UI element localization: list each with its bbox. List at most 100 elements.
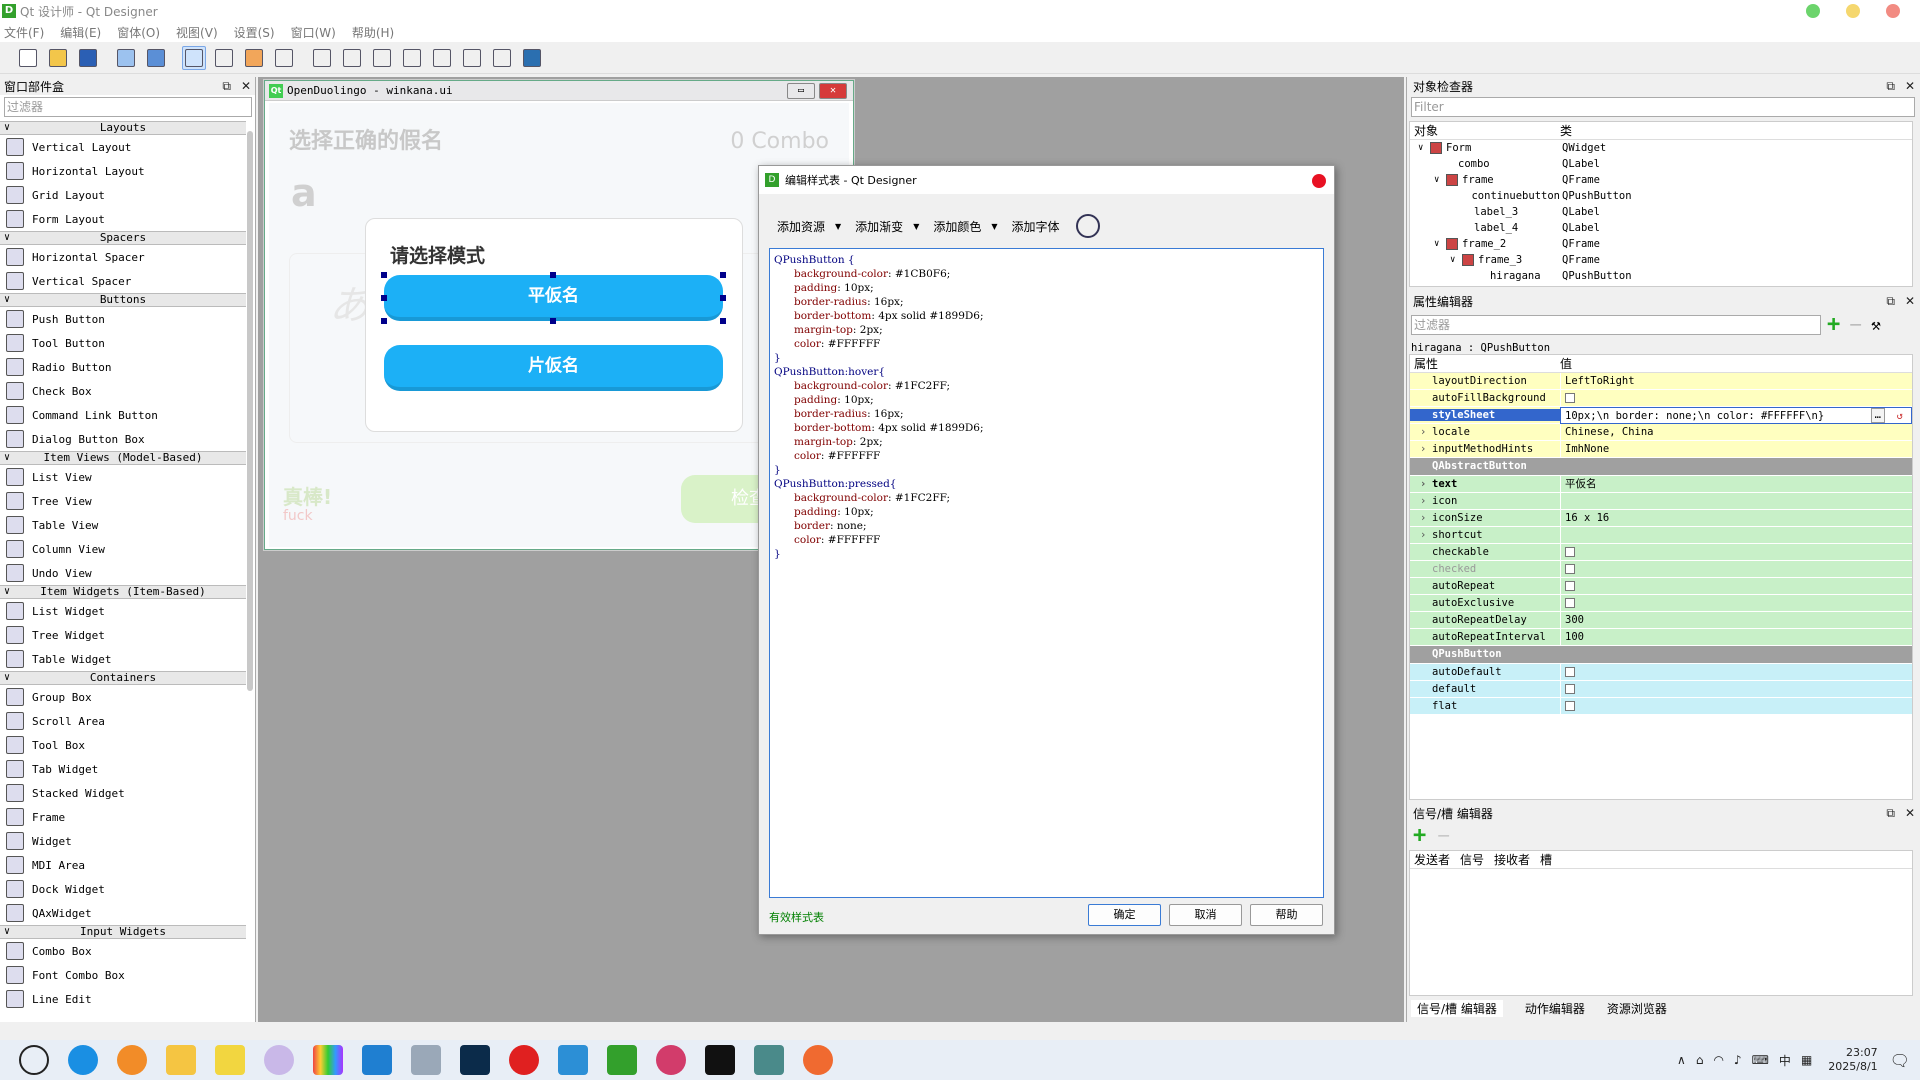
add-property-icon[interactable]: +	[1827, 312, 1840, 337]
object-row[interactable]: combo QLabel	[1410, 156, 1912, 172]
close-icon[interactable]: ✕	[1905, 294, 1915, 309]
selection-handle[interactable]	[720, 272, 726, 278]
object-row[interactable]: label_4 QLabel	[1410, 220, 1912, 236]
property-group-header[interactable]: QAbstractButton	[1410, 458, 1912, 475]
category-spacers[interactable]: Spacers	[0, 231, 246, 245]
tab-signal-slot-editor[interactable]: 信号/槽 编辑器	[1411, 1000, 1503, 1017]
capcut-icon[interactable]	[705, 1045, 735, 1075]
property-row-icon[interactable]: icon	[1410, 492, 1912, 510]
add-gradient-button[interactable]: 添加渐变 ▼	[855, 218, 919, 235]
widget-item-qaxwidget[interactable]: QAxWidget	[0, 901, 246, 925]
property-checkbox[interactable]	[1565, 683, 1575, 694]
selection-handle[interactable]	[720, 318, 726, 324]
property-row-autoexclusive[interactable]: autoExclusive	[1410, 594, 1912, 612]
pencil-app-icon[interactable]	[215, 1045, 245, 1075]
property-checkbox[interactable]	[1565, 666, 1575, 677]
property-value[interactable]: 16 x 16	[1565, 512, 1609, 524]
send-to-back-icon[interactable]	[114, 46, 138, 70]
wifi-icon[interactable]: ◠	[1713, 1053, 1723, 1067]
menu-settings[interactable]: 设置(S)	[234, 24, 275, 41]
property-row-inputmethodhints[interactable]: inputMethodHints ImhNone	[1410, 440, 1912, 458]
property-row-iconsize[interactable]: iconSize 16 x 16	[1410, 509, 1912, 527]
column-slot[interactable]: 槽	[1540, 851, 1552, 868]
widget-item-grid-layout[interactable]: Grid Layout	[0, 183, 246, 207]
menu-view[interactable]: 视图(V)	[176, 24, 218, 41]
add-resource-button[interactable]: 添加资源 ▼	[777, 218, 841, 235]
file-explorer-icon[interactable]	[166, 1045, 196, 1075]
widget-item-dock-widget[interactable]: Dock Widget	[0, 877, 246, 901]
mode-select-frame[interactable]: 请选择模式 平仮名 片仮名	[365, 218, 743, 432]
category-input-widgets[interactable]: Input Widgets	[0, 925, 246, 939]
object-row[interactable]: ∨ Form QWidget	[1410, 140, 1912, 156]
selection-handle[interactable]	[381, 318, 387, 324]
flower-app-icon[interactable]	[656, 1045, 686, 1075]
column-value[interactable]: 值	[1560, 355, 1572, 372]
category-item-views-model-based-[interactable]: Item Views (Model-Based)	[0, 451, 246, 465]
layout-vertical-splitter-icon[interactable]	[400, 46, 424, 70]
property-row-layoutdirection[interactable]: layoutDirection LeftToRight	[1410, 372, 1912, 390]
property-row-stylesheet[interactable]: styleSheet 10px;\n border: none;\n color:…	[1410, 406, 1912, 424]
category-containers[interactable]: Containers	[0, 671, 246, 685]
property-value[interactable]: 100	[1565, 631, 1584, 643]
tab-action-editor[interactable]: 动作编辑器	[1525, 1000, 1585, 1017]
property-row-checked[interactable]: checked	[1410, 560, 1912, 578]
widget-item-stacked-widget[interactable]: Stacked Widget	[0, 781, 246, 805]
photoshop-icon[interactable]	[460, 1045, 490, 1075]
category-buttons[interactable]: Buttons	[0, 293, 246, 307]
widget-item-tool-box[interactable]: Tool Box	[0, 733, 246, 757]
object-row[interactable]: hiragana QPushButton	[1410, 268, 1912, 284]
expand-arrow-icon[interactable]: ∨	[1450, 255, 1462, 265]
property-group-header[interactable]: QPushButton	[1410, 646, 1912, 663]
property-checkbox[interactable]	[1565, 546, 1575, 557]
minimize-icon[interactable]: ▭	[787, 83, 815, 99]
widget-item-vertical-spacer[interactable]: Vertical Spacer	[0, 269, 246, 293]
color-app-icon[interactable]	[313, 1045, 343, 1075]
property-row-autorepeatinterval[interactable]: autoRepeatInterval 100	[1410, 628, 1912, 646]
keyboard-icon[interactable]: ⌨	[1752, 1053, 1769, 1067]
close-dot-icon[interactable]	[1886, 4, 1900, 18]
remove-connection-icon[interactable]: —	[1438, 825, 1449, 846]
property-row-shortcut[interactable]: shortcut	[1410, 526, 1912, 544]
add-font-button[interactable]: 添加字体	[1012, 218, 1060, 235]
volume-icon[interactable]: ♪	[1734, 1053, 1742, 1067]
search-app-icon[interactable]	[117, 1045, 147, 1075]
widget-item-frame[interactable]: Frame	[0, 805, 246, 829]
close-icon[interactable]: ✕	[241, 79, 251, 94]
property-value[interactable]: Chinese, China	[1565, 426, 1654, 438]
menu-edit[interactable]: 编辑(E)	[60, 24, 101, 41]
widget-item-push-button[interactable]: Push Button	[0, 307, 246, 331]
property-value[interactable]: ImhNone	[1565, 443, 1609, 455]
column-property[interactable]: 属性	[1410, 355, 1560, 372]
magnifier-icon[interactable]	[1075, 214, 1100, 238]
widget-item-check-box[interactable]: Check Box	[0, 379, 246, 403]
python-app-icon[interactable]	[803, 1045, 833, 1075]
widget-item-font-combo-box[interactable]: Font Combo Box	[0, 963, 246, 987]
property-row-autorepeatdelay[interactable]: autoRepeatDelay 300	[1410, 611, 1912, 629]
float-icon[interactable]: ⧉	[1886, 294, 1895, 309]
column-sender[interactable]: 发送者	[1414, 851, 1450, 868]
qt-designer-taskbar-icon[interactable]	[607, 1045, 637, 1075]
ime-indicator[interactable]: 中	[1779, 1052, 1791, 1069]
edit-widgets-icon[interactable]	[182, 45, 206, 70]
property-row-autorepeat[interactable]: autoRepeat	[1410, 577, 1912, 595]
expand-arrow-icon[interactable]: ∨	[1434, 239, 1446, 249]
menu-window[interactable]: 窗口(W)	[291, 24, 336, 41]
widget-item-table-view[interactable]: Table View	[0, 513, 246, 537]
category-layouts[interactable]: Layouts	[0, 121, 246, 135]
property-row-autofillbackground[interactable]: autoFillBackground	[1410, 389, 1912, 407]
widget-item-mdi-area[interactable]: MDI Area	[0, 853, 246, 877]
close-icon[interactable]: ✕	[819, 83, 847, 99]
stylesheet-text-editor[interactable]: QPushButton {background-color: #1CB0F6; p…	[769, 248, 1324, 898]
widget-box-scrollbar[interactable]	[247, 131, 253, 691]
clock[interactable]: 23:07 2025/8/1	[1828, 1046, 1877, 1074]
property-row-text[interactable]: text 平仮名	[1410, 475, 1912, 493]
widget-item-column-view[interactable]: Column View	[0, 537, 246, 561]
configure-icon[interactable]: ⚒	[1871, 315, 1881, 334]
property-row-checkable[interactable]: checkable	[1410, 543, 1912, 561]
bring-to-front-icon[interactable]	[144, 46, 168, 70]
object-row[interactable]: ∨ frame QFrame	[1410, 172, 1912, 188]
menu-form[interactable]: 窗体(O)	[117, 24, 160, 41]
property-row-flat[interactable]: flat	[1410, 697, 1912, 715]
edit-stylesheet-dialog[interactable]: D 编辑样式表 - Qt Designer 添加资源 ▼ 添加渐变 ▼ 添加颜色 ▼ …	[758, 165, 1335, 935]
widget-item-vertical-layout[interactable]: Vertical Layout	[0, 135, 246, 159]
